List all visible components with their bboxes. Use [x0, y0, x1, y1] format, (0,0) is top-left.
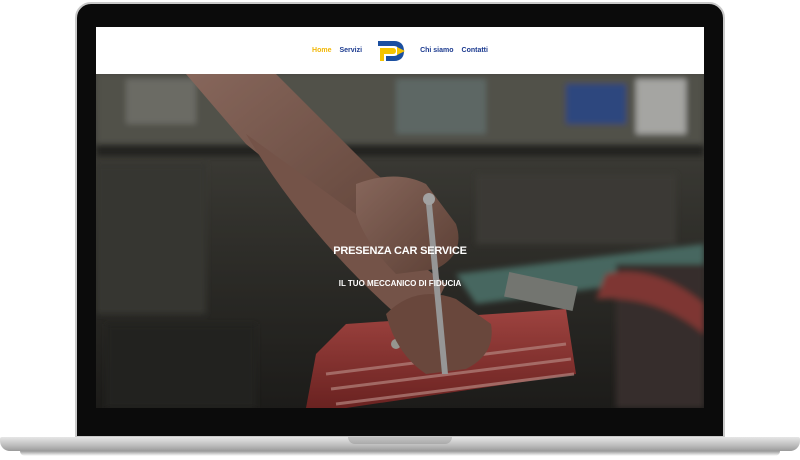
- main-nav: Home Servizi Chi siamo Contatti: [312, 39, 488, 63]
- hero-banner: PRESENZA CAR SERVICE IL TUO MECCANICO DI…: [96, 74, 704, 408]
- laptop-screen: Home Servizi Chi siamo Contatti PRESENZA…: [96, 27, 704, 408]
- nav-home-link[interactable]: Home: [312, 47, 331, 54]
- nav-contatti-link[interactable]: Contatti: [462, 47, 488, 54]
- nav-servizi-link[interactable]: Servizi: [339, 47, 362, 54]
- hero-overlay: [96, 74, 704, 408]
- nav-chi-siamo-link[interactable]: Chi siamo: [420, 47, 453, 54]
- site-header: Home Servizi Chi siamo Contatti: [96, 27, 704, 74]
- laptop-mockup: Home Servizi Chi siamo Contatti PRESENZA…: [0, 0, 800, 460]
- psc-logo-icon[interactable]: [376, 39, 406, 63]
- hero-subtitle: IL TUO MECCANICO DI FIDUCIA: [338, 279, 462, 288]
- laptop-base-shadow: [20, 451, 780, 456]
- hero-title: PRESENZA CAR SERVICE: [333, 245, 467, 257]
- laptop-notch: [348, 437, 452, 444]
